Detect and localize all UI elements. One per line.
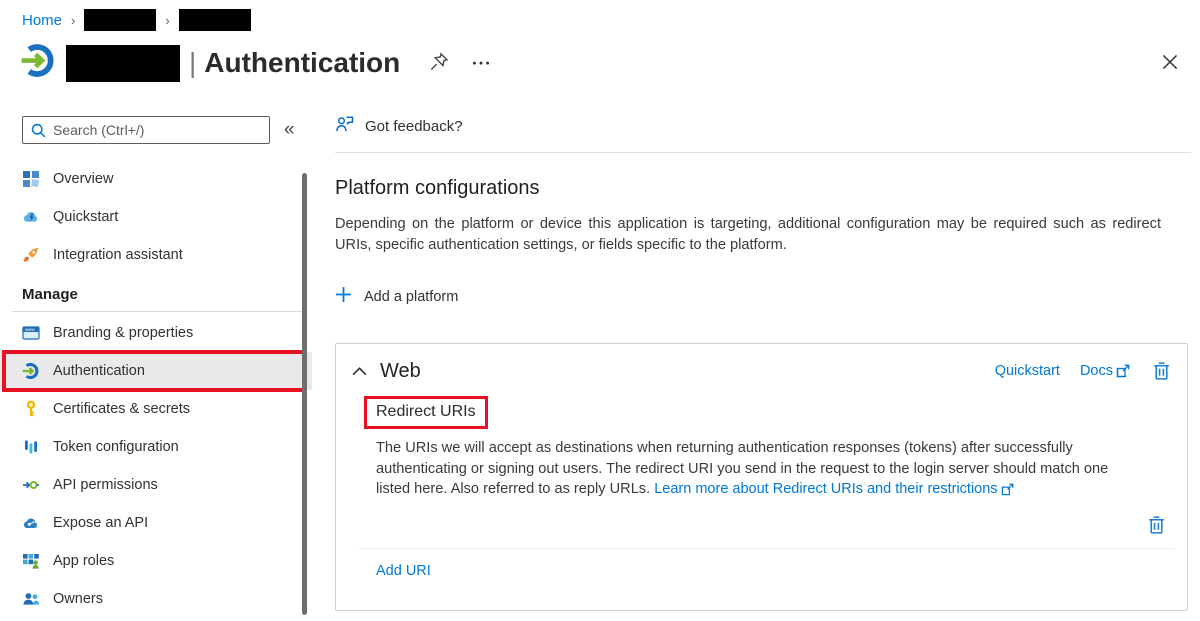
got-feedback-label: Got feedback? <box>365 118 463 135</box>
main-content: Got feedback? Platform configurations De… <box>335 112 1191 611</box>
web-docs-label: Docs <box>1080 363 1113 379</box>
search-icon <box>30 122 47 139</box>
add-uri-button[interactable]: Add URI <box>376 563 431 579</box>
breadcrumb-separator: › <box>71 13 75 28</box>
learn-more-label: Learn more about Redirect URIs and their… <box>654 479 997 500</box>
app-name-redacted <box>66 45 180 82</box>
chevron-up-icon <box>352 366 367 377</box>
quickstart-icon <box>22 208 40 226</box>
redirect-uris-label: Redirect URIs <box>376 403 476 420</box>
feedback-icon <box>335 114 355 138</box>
sidebar: « Overview Quickstart <box>0 106 312 618</box>
learn-more-link[interactable]: Learn more about Redirect URIs and their… <box>654 479 1013 500</box>
external-link-icon <box>1001 483 1014 496</box>
web-quickstart-label: Quickstart <box>995 363 1060 379</box>
web-platform-card: Web Quickstart Docs Redirect URIs The UR… <box>335 343 1188 611</box>
platform-configurations-description: Depending on the platform or device this… <box>335 214 1161 256</box>
delete-web-platform-button[interactable] <box>1150 359 1173 383</box>
sidebar-item-certificates-secrets[interactable]: Certificates & secrets <box>0 390 312 428</box>
sidebar-item-label: Overview <box>53 171 113 187</box>
got-feedback-button[interactable]: Got feedback? <box>335 112 1191 140</box>
app-registration-icon <box>20 42 57 84</box>
sidebar-item-integration-assistant[interactable]: Integration assistant <box>0 236 312 274</box>
breadcrumb-redacted-item[interactable] <box>84 9 156 31</box>
sidebar-item-quickstart[interactable]: Quickstart <box>0 198 312 236</box>
pin-button[interactable] <box>426 49 452 78</box>
uri-list-divider <box>359 548 1175 549</box>
breadcrumb-redacted-item[interactable] <box>179 9 251 31</box>
sidebar-item-label: Integration assistant <box>53 247 183 263</box>
expose-api-icon <box>22 514 40 532</box>
breadcrumb: Home › › <box>22 9 251 31</box>
sidebar-item-authentication[interactable]: Authentication <box>0 352 312 390</box>
branding-icon: www <box>22 324 40 342</box>
close-icon <box>1158 50 1182 77</box>
plus-icon <box>335 286 352 307</box>
overview-icon <box>22 170 40 188</box>
web-docs-link[interactable]: Docs <box>1080 363 1130 379</box>
sidebar-item-owners[interactable]: Owners <box>0 580 312 618</box>
more-options-button[interactable] <box>468 49 494 78</box>
app-roles-icon <box>22 552 40 570</box>
collapse-sidebar-button[interactable]: « <box>284 119 295 141</box>
sidebar-item-token-configuration[interactable]: Token configuration <box>0 428 312 466</box>
delete-icon <box>1147 515 1166 535</box>
sidebar-item-branding-properties[interactable]: www Branding & properties <box>0 314 312 352</box>
add-a-platform-button[interactable]: Add a platform <box>335 286 458 307</box>
search-input[interactable] <box>22 116 270 144</box>
sidebar-item-label: Certificates & secrets <box>53 401 190 417</box>
annotation-box-redirect-uris: Redirect URIs <box>364 396 488 429</box>
external-link-icon <box>1116 364 1130 378</box>
owners-icon <box>22 590 40 608</box>
token-configuration-icon <box>22 438 40 456</box>
web-card-title: Web <box>380 360 421 383</box>
page-title-text: Authentication <box>204 47 400 78</box>
redirect-uris-description: The URIs we will accept as destinations … <box>376 438 1110 500</box>
sidebar-item-label: Quickstart <box>53 209 118 225</box>
authentication-icon <box>22 362 40 380</box>
page-title: | Authentication <box>189 47 400 79</box>
sidebar-item-app-roles[interactable]: App roles <box>0 542 312 580</box>
web-quickstart-link[interactable]: Quickstart <box>995 363 1060 379</box>
sidebar-item-label: Authentication <box>53 363 145 379</box>
annotation-box-authentication <box>2 350 307 392</box>
api-permissions-icon <box>22 476 40 494</box>
delete-icon <box>1152 361 1171 381</box>
sidebar-item-label: API permissions <box>53 477 158 493</box>
delete-uri-button[interactable] <box>1145 513 1168 537</box>
sidebar-item-label: Expose an API <box>53 515 148 531</box>
redirect-uri-row <box>336 504 1187 548</box>
sidebar-scrollbar[interactable] <box>302 173 307 615</box>
sidebar-item-label: App roles <box>53 553 114 569</box>
page-header: | Authentication <box>20 42 494 84</box>
sidebar-section-manage: Manage <box>0 274 312 311</box>
sidebar-item-overview[interactable]: Overview <box>0 160 312 198</box>
pin-icon <box>428 51 450 76</box>
integration-assistant-icon <box>22 246 40 264</box>
add-a-platform-label: Add a platform <box>364 289 458 305</box>
certificates-icon <box>22 400 40 418</box>
sidebar-item-expose-an-api[interactable]: Expose an API <box>0 504 312 542</box>
sidebar-item-api-permissions[interactable]: API permissions <box>0 466 312 504</box>
close-button[interactable] <box>1156 48 1184 79</box>
sidebar-item-label: Branding & properties <box>53 325 193 341</box>
svg-text:www: www <box>25 327 35 332</box>
platform-configurations-title: Platform configurations <box>335 177 1191 200</box>
sidebar-item-label: Owners <box>53 591 103 607</box>
collapse-web-section-button[interactable] <box>352 366 367 377</box>
title-separator: | <box>189 47 196 78</box>
breadcrumb-separator: › <box>165 13 169 28</box>
header-divider <box>335 152 1191 153</box>
more-options-icon <box>470 51 492 76</box>
sidebar-divider <box>12 311 304 312</box>
sidebar-item-label: Token configuration <box>53 439 179 455</box>
breadcrumb-home-link[interactable]: Home <box>22 12 62 29</box>
